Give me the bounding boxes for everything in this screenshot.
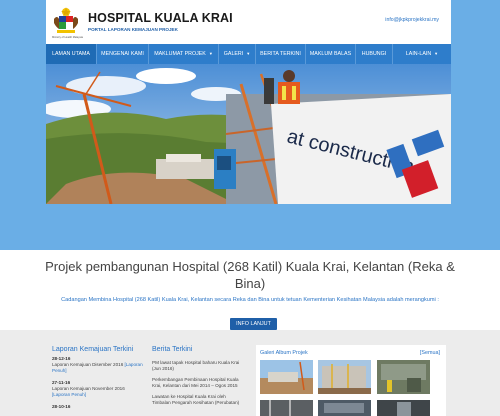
- contact-email-link[interactable]: info@jkpkprojekkrai.my: [385, 17, 439, 23]
- chevron-down-icon: ▼: [246, 51, 251, 56]
- nav-label: MAKLUM BALAS: [309, 51, 352, 57]
- list-item: 28-12-16 Laporan Kemajuan Disember 2016 …: [52, 356, 144, 374]
- ministry-label: Ministry of Health Malaysia: [52, 36, 83, 39]
- gallery-thumbnail[interactable]: [377, 400, 430, 416]
- nav-item-lain-lain[interactable]: LAIN-LAIN ▼: [393, 44, 451, 64]
- nav-label: BERITA TERKINI: [260, 51, 301, 57]
- main-nav: LAMAN UTAMA MENGENAI KAMI MAKLUMAT PROJE…: [46, 44, 451, 64]
- nav-label: LAIN-LAIN: [405, 51, 432, 57]
- gallery-title: Galeri Album Projek: [260, 350, 308, 356]
- news-heading: Berita Terkini: [152, 346, 193, 353]
- news-item[interactable]: Lawatan ke Hospital Kuala Krai oleh Timb…: [152, 394, 244, 406]
- report-text: Laporan Kemajuan Disember 2016: [52, 362, 124, 367]
- list-item: 28-10-16: [52, 404, 144, 410]
- chevron-down-icon: ▼: [434, 51, 439, 56]
- nav-item-laman-utama[interactable]: LAMAN UTAMA: [46, 44, 97, 64]
- nav-label: GALERI: [223, 51, 244, 57]
- gallery-view-all-link[interactable]: [Semua]: [420, 350, 440, 356]
- nav-label: MENGENAI KAMI: [101, 51, 144, 57]
- intro-title: Projek pembangunan Hospital (268 Katil) …: [45, 259, 455, 291]
- intro-section: Projek pembangunan Hospital (268 Katil) …: [0, 250, 500, 330]
- reports-heading: Laporan Kemajuan Terkini: [52, 346, 134, 353]
- nav-item-maklumat-projek[interactable]: MAKLUMAT PROJEK ▼: [149, 44, 219, 64]
- reports-list: 28-12-16 Laporan Kemajuan Disember 2016 …: [52, 356, 144, 416]
- nav-label: MAKLUMAT PROJEK: [154, 51, 206, 57]
- gallery-thumbnail[interactable]: [318, 400, 371, 416]
- report-full-link[interactable]: [Laporan Penuh]: [52, 392, 86, 397]
- site-subtitle: PORTAL LAPORAN KEMAJUAN PROJEK: [88, 27, 178, 32]
- nav-item-mengenai-kami[interactable]: MENGENAI KAMI: [97, 44, 149, 64]
- info-lanjut-button[interactable]: INFO LANJUT: [230, 318, 277, 330]
- gallery-panel: Galeri Album Projek [Semua]: [256, 345, 446, 416]
- site-title: HOSPITAL KUALA KRAI: [88, 11, 233, 25]
- nav-item-galeri[interactable]: GALERI ▼: [219, 44, 256, 64]
- intro-description: Cadangan Membina Hospital (268 Katil) Ku…: [61, 297, 439, 303]
- nav-item-hubungi[interactable]: HUBUNGI: [356, 44, 393, 64]
- chevron-down-icon: ▼: [208, 51, 213, 56]
- gallery-thumbnail[interactable]: [260, 360, 313, 394]
- gallery-thumbnail[interactable]: [377, 360, 430, 394]
- list-item: 27-11-16 Laporan Kemajuan November 2016 …: [52, 380, 144, 398]
- site-header: HOSPITAL KUALA KRAI PORTAL LAPORAN KEMAJ…: [46, 0, 451, 44]
- nav-item-maklum-balas[interactable]: MAKLUM BALAS: [306, 44, 356, 64]
- report-text: Laporan Kemajuan November 2016: [52, 386, 125, 391]
- news-list: PM lawat tapak Hospital baharu Kuala Kra…: [152, 360, 244, 411]
- hero-construction-photo: at construction: [46, 64, 451, 204]
- nav-label: LAMAN UTAMA: [52, 51, 90, 57]
- news-item[interactable]: Perkembangan Pembinaan Hospital Kuala Kr…: [152, 377, 244, 389]
- report-date: 28-10-16: [52, 404, 71, 409]
- gallery-thumbnail[interactable]: [318, 360, 371, 394]
- news-item[interactable]: PM lawat tapak Hospital baharu Kuala Kra…: [152, 360, 244, 372]
- gallery-thumbnail[interactable]: [260, 400, 313, 416]
- nav-label: HUBUNGI: [361, 51, 387, 57]
- crest-logo: [54, 7, 78, 33]
- nav-item-berita-terkini[interactable]: BERITA TERKINI: [256, 44, 306, 64]
